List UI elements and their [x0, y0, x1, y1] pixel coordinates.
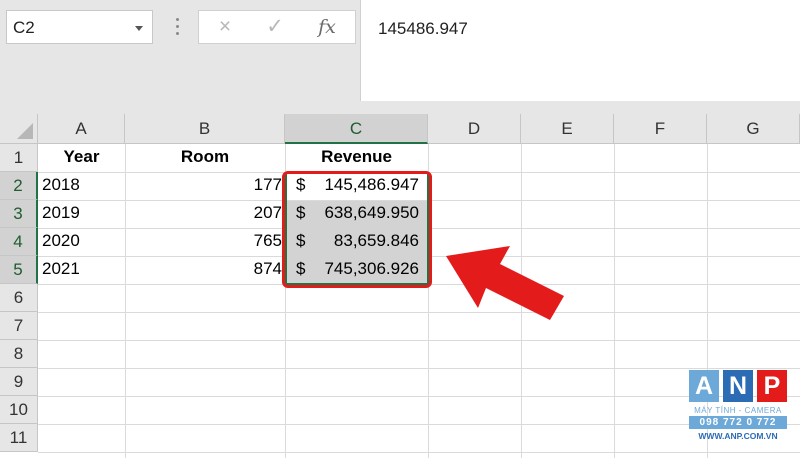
row-header-10[interactable]: 10: [0, 396, 38, 424]
column-header-d[interactable]: D: [428, 114, 521, 144]
cell-b1[interactable]: Room: [125, 147, 285, 167]
cell-b3[interactable]: 207: [125, 203, 285, 223]
formula-value: 145486.947: [378, 19, 468, 38]
logo-letter-n: N: [723, 370, 753, 402]
row-header-3[interactable]: 3: [0, 200, 38, 228]
row-header-2[interactable]: 2: [0, 172, 38, 200]
logo-letter-p: P: [757, 370, 787, 402]
name-box-value: C2: [13, 18, 35, 37]
row-header-11[interactable]: 11: [0, 424, 38, 452]
column-header-g[interactable]: G: [707, 114, 800, 144]
select-all-button[interactable]: [0, 114, 38, 144]
cell-a3[interactable]: 2019: [38, 203, 125, 223]
row-header-1[interactable]: 1: [0, 144, 38, 172]
row-header-5[interactable]: 5: [0, 256, 38, 284]
row-header-9[interactable]: 9: [0, 368, 38, 396]
column-header-f[interactable]: F: [614, 114, 707, 144]
formula-tools: × ✓ fx: [198, 10, 356, 44]
row-header-7[interactable]: 7: [0, 312, 38, 340]
cell-a1[interactable]: Year: [38, 147, 125, 167]
column-header-c[interactable]: C: [285, 114, 428, 144]
cancel-icon[interactable]: ×: [211, 14, 239, 40]
cell-a4[interactable]: 2020: [38, 231, 125, 251]
highlight-box: [282, 171, 432, 288]
logo-website: WWW.ANP.COM.VN: [698, 431, 778, 441]
row-header-6[interactable]: 6: [0, 284, 38, 312]
enter-icon[interactable]: ✓: [261, 14, 289, 40]
cell-b5[interactable]: 874: [125, 259, 285, 279]
cell-c1[interactable]: Revenue: [285, 147, 428, 167]
more-options-icon[interactable]: [176, 18, 180, 36]
red-arrow-icon: [446, 246, 564, 320]
logo-letter-a: A: [689, 370, 719, 402]
name-box[interactable]: C2: [6, 10, 153, 44]
row-header-8[interactable]: 8: [0, 340, 38, 368]
formula-bar-area: C2 × ✓ fx 145486.947: [0, 0, 800, 114]
column-header-a[interactable]: A: [38, 114, 125, 144]
chevron-down-icon[interactable]: [135, 26, 143, 31]
logo-subtitle: MÁY TÍNH - CAMERA: [694, 406, 782, 415]
formula-input[interactable]: 145486.947: [360, 0, 800, 101]
cell-b4[interactable]: 765: [125, 231, 285, 251]
column-header-e[interactable]: E: [521, 114, 614, 144]
cell-a2[interactable]: 2018: [38, 175, 125, 195]
row-header-4[interactable]: 4: [0, 228, 38, 256]
anp-logo: A N P MÁY TÍNH - CAMERA 098 772 0 772 WW…: [689, 370, 787, 448]
cell-a5[interactable]: 2021: [38, 259, 125, 279]
cell-b2[interactable]: 177: [125, 175, 285, 195]
logo-phone: 098 772 0 772: [689, 416, 787, 429]
column-header-b[interactable]: B: [125, 114, 285, 144]
insert-function-icon[interactable]: fx: [313, 14, 341, 40]
